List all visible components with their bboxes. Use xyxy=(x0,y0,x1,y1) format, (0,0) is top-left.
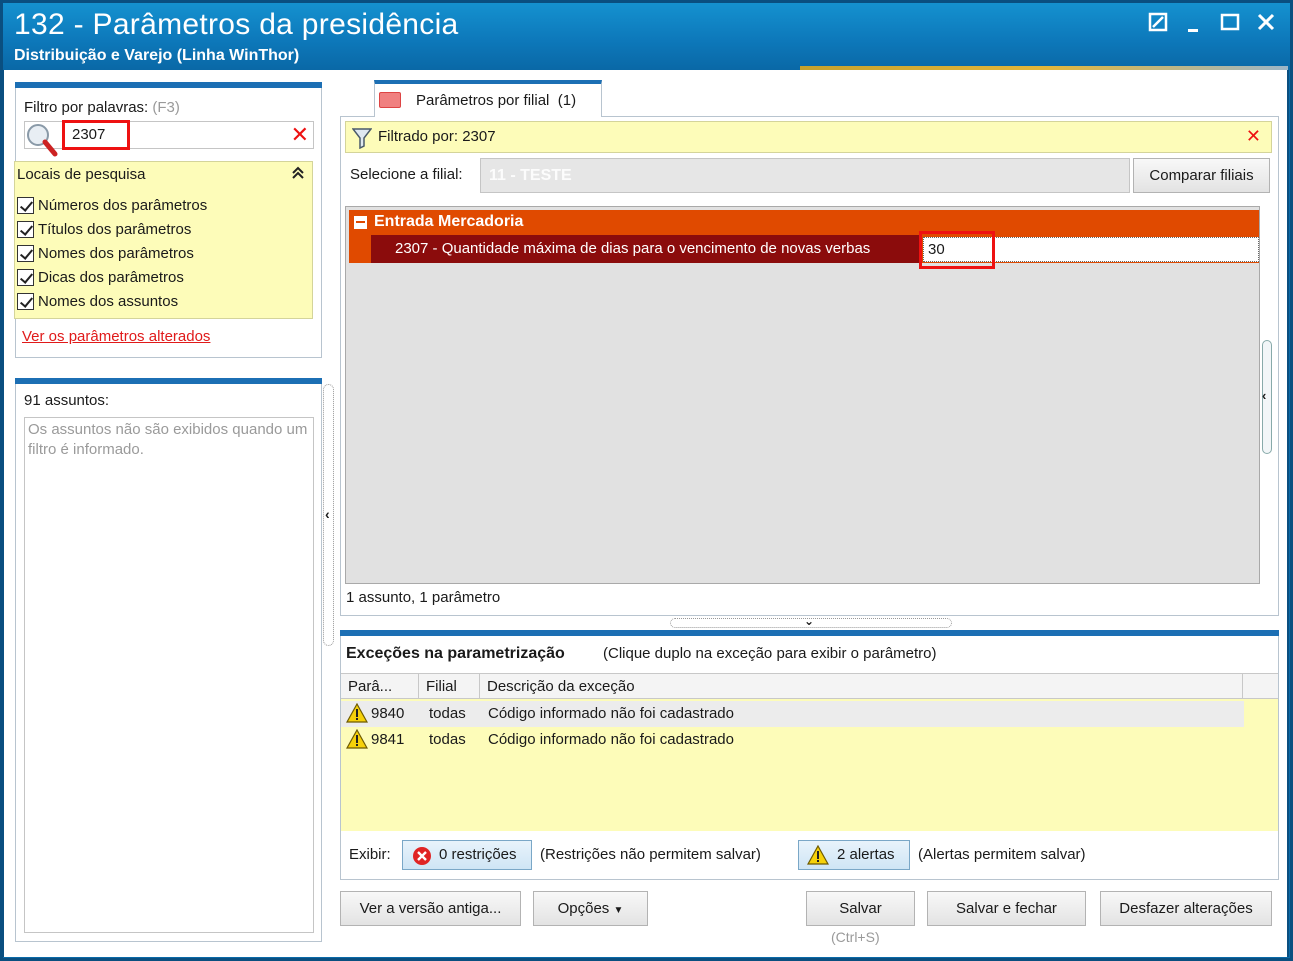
table-row[interactable]: 9840 todas Código informado não foi cada… xyxy=(341,701,1244,727)
exceptions-table-header: Parâ... Filial Descrição da exceção xyxy=(341,673,1278,699)
filial-label: Selecione a filial: xyxy=(350,166,463,183)
subjects-list[interactable]: Os assuntos não são exibidos quando um f… xyxy=(24,417,314,933)
table-row[interactable]: 9841 todas Código informado não foi cada… xyxy=(341,727,1244,753)
filial-value: 11 - TESTE xyxy=(489,167,572,184)
subjects-count: 91 assuntos: xyxy=(24,392,110,409)
old-version-button[interactable]: Ver a versão antiga... xyxy=(340,891,521,926)
alerts-toggle[interactable]: 2 alertas xyxy=(798,840,910,870)
search-icon xyxy=(25,122,59,158)
alerts-count: 2 alertas xyxy=(837,846,895,863)
cell-descricao: Código informado não foi cadastrado xyxy=(488,705,734,722)
clear-search-icon[interactable]: ✕ xyxy=(291,123,309,147)
options-label: Opções xyxy=(557,900,610,917)
checkbox-nomes[interactable] xyxy=(17,245,34,262)
maximize-icon[interactable] xyxy=(1219,12,1241,34)
error-icon xyxy=(412,846,432,876)
caret-down-icon: ▼ xyxy=(613,905,624,916)
checkbox-row-titulos[interactable]: Títulos dos parâmetros xyxy=(17,221,191,238)
restrictions-toggle[interactable]: 0 restrições xyxy=(402,840,532,870)
highlight-box xyxy=(919,231,995,269)
group-header-entrada-mercadoria[interactable]: Entrada Mercadoria xyxy=(349,210,1259,235)
chevron-up-icon[interactable] xyxy=(292,166,304,183)
options-button[interactable]: Opções ▼ xyxy=(533,891,648,926)
grid-summary: 1 assunto, 1 parâmetro xyxy=(346,589,501,606)
group-title: Entrada Mercadoria xyxy=(374,213,524,230)
checkbox-label: Nomes dos assuntos xyxy=(38,293,179,310)
checkbox-row-numeros[interactable]: Números dos parâmetros xyxy=(17,197,207,214)
undo-changes-button[interactable]: Desfazer alterações xyxy=(1100,891,1272,926)
cell-param: 9840 xyxy=(371,705,405,722)
alerts-note: (Alertas permitem salvar) xyxy=(918,846,1086,863)
funnel-icon xyxy=(351,127,373,150)
window-subtitle: Distribuição e Varejo (Linha WinThor) xyxy=(14,47,300,64)
search-locations-panel: Locais de pesquisa Números dos parâmetro… xyxy=(14,161,313,319)
chevron-left-icon[interactable]: ‹ xyxy=(325,506,330,522)
chevron-left-icon[interactable]: ‹ xyxy=(1262,388,1266,403)
window-controls xyxy=(1147,12,1277,34)
exceptions-hint: (Clique duplo na exceção para exibir o p… xyxy=(603,645,937,662)
column-header-filial[interactable]: Filial xyxy=(419,674,480,699)
warning-icon xyxy=(806,844,830,875)
param-name: 2307 - Quantidade máxima de dias para o … xyxy=(371,235,921,263)
checkbox-numeros[interactable] xyxy=(17,197,34,214)
checkbox-row-dicas[interactable]: Dicas dos parâmetros xyxy=(17,269,184,286)
cell-param: 9841 xyxy=(371,731,405,748)
save-button[interactable]: Salvar xyxy=(806,891,915,926)
filter-label-text: Filtro por palavras: xyxy=(24,99,149,116)
cell-filial: todas xyxy=(429,731,466,748)
param-row[interactable]: 2307 - Quantidade máxima de dias para o … xyxy=(349,235,1259,263)
title-bar: 132 - Parâmetros da presidência Distribu… xyxy=(0,0,1293,70)
checkbox-label: Dicas dos parâmetros xyxy=(38,269,184,286)
warning-icon xyxy=(345,728,369,749)
close-icon[interactable] xyxy=(1255,12,1277,34)
exceptions-table: Parâ... Filial Descrição da exceção 9840… xyxy=(341,673,1278,831)
tab-parametros-por-filial[interactable]: Parâmetros por filial (1) xyxy=(374,80,602,117)
window-title: 132 - Parâmetros da presidência xyxy=(14,8,459,41)
exibir-label: Exibir: xyxy=(349,846,391,863)
checkbox-label: Títulos dos parâmetros xyxy=(38,221,192,238)
filial-select[interactable]: 11 - TESTE xyxy=(480,158,1130,193)
chevron-down-icon[interactable]: ⌄ xyxy=(804,614,814,628)
filter-panel: Filtro por palavras: (F3) 2307 ✕ Locais … xyxy=(14,82,322,358)
minimize-icon[interactable] xyxy=(1183,12,1205,34)
params-grid: Entrada Mercadoria 2307 - Quantidade máx… xyxy=(345,206,1260,584)
cell-descricao: Código informado não foi cadastrado xyxy=(488,731,734,748)
restrictions-count: 0 restrições xyxy=(439,846,517,863)
subjects-panel: 91 assuntos: Os assuntos não são exibido… xyxy=(15,378,322,942)
cell-filial: todas xyxy=(429,705,466,722)
checkbox-row-nomes[interactable]: Nomes dos parâmetros xyxy=(17,245,194,262)
search-input[interactable]: 2307 xyxy=(62,120,130,150)
filter-hotkey-hint: (F3) xyxy=(152,99,180,116)
warning-icon xyxy=(345,702,369,723)
checkbox-label: Números dos parâmetros xyxy=(38,197,208,214)
checkbox-assuntos[interactable] xyxy=(17,293,34,310)
tab-label-text: Parâmetros por filial xyxy=(416,92,550,109)
restore-icon[interactable] xyxy=(1147,12,1169,34)
checkbox-row-assuntos[interactable]: Nomes dos assuntos xyxy=(17,293,178,310)
clear-filter-icon[interactable]: ✕ xyxy=(1246,126,1261,147)
collapse-icon[interactable] xyxy=(354,216,367,229)
filtered-text: Filtrado por: 2307 xyxy=(378,128,496,145)
tab-label: Parâmetros por filial (1) xyxy=(416,92,576,109)
save-hotkey-hint: (Ctrl+S) xyxy=(831,929,880,945)
search-locations-title[interactable]: Locais de pesquisa xyxy=(17,166,145,183)
changed-params-link[interactable]: Ver os parâmetros alterados xyxy=(22,328,210,345)
folder-icon xyxy=(379,92,401,108)
tab-count: (1) xyxy=(557,92,577,109)
checkbox-titulos[interactable] xyxy=(17,221,34,238)
filter-label: Filtro por palavras: (F3) xyxy=(24,99,180,116)
column-header-param[interactable]: Parâ... xyxy=(341,674,419,699)
restrictions-note: (Restrições não permitem salvar) xyxy=(540,846,761,863)
checkbox-dicas[interactable] xyxy=(17,269,34,286)
compare-filiais-button[interactable]: Comparar filiais xyxy=(1133,158,1270,193)
filtered-bar: Filtrado por: 2307 ✕ xyxy=(345,121,1272,153)
save-close-button[interactable]: Salvar e fechar xyxy=(927,891,1086,926)
exceptions-title: Exceções na parametrização xyxy=(346,645,565,662)
checkbox-label: Nomes dos parâmetros xyxy=(38,245,194,262)
column-header-descricao[interactable]: Descrição da exceção xyxy=(480,674,1243,699)
search-locations-title-text: Locais de pesquisa xyxy=(17,166,146,183)
search-box[interactable]: 2307 ✕ xyxy=(24,120,314,157)
